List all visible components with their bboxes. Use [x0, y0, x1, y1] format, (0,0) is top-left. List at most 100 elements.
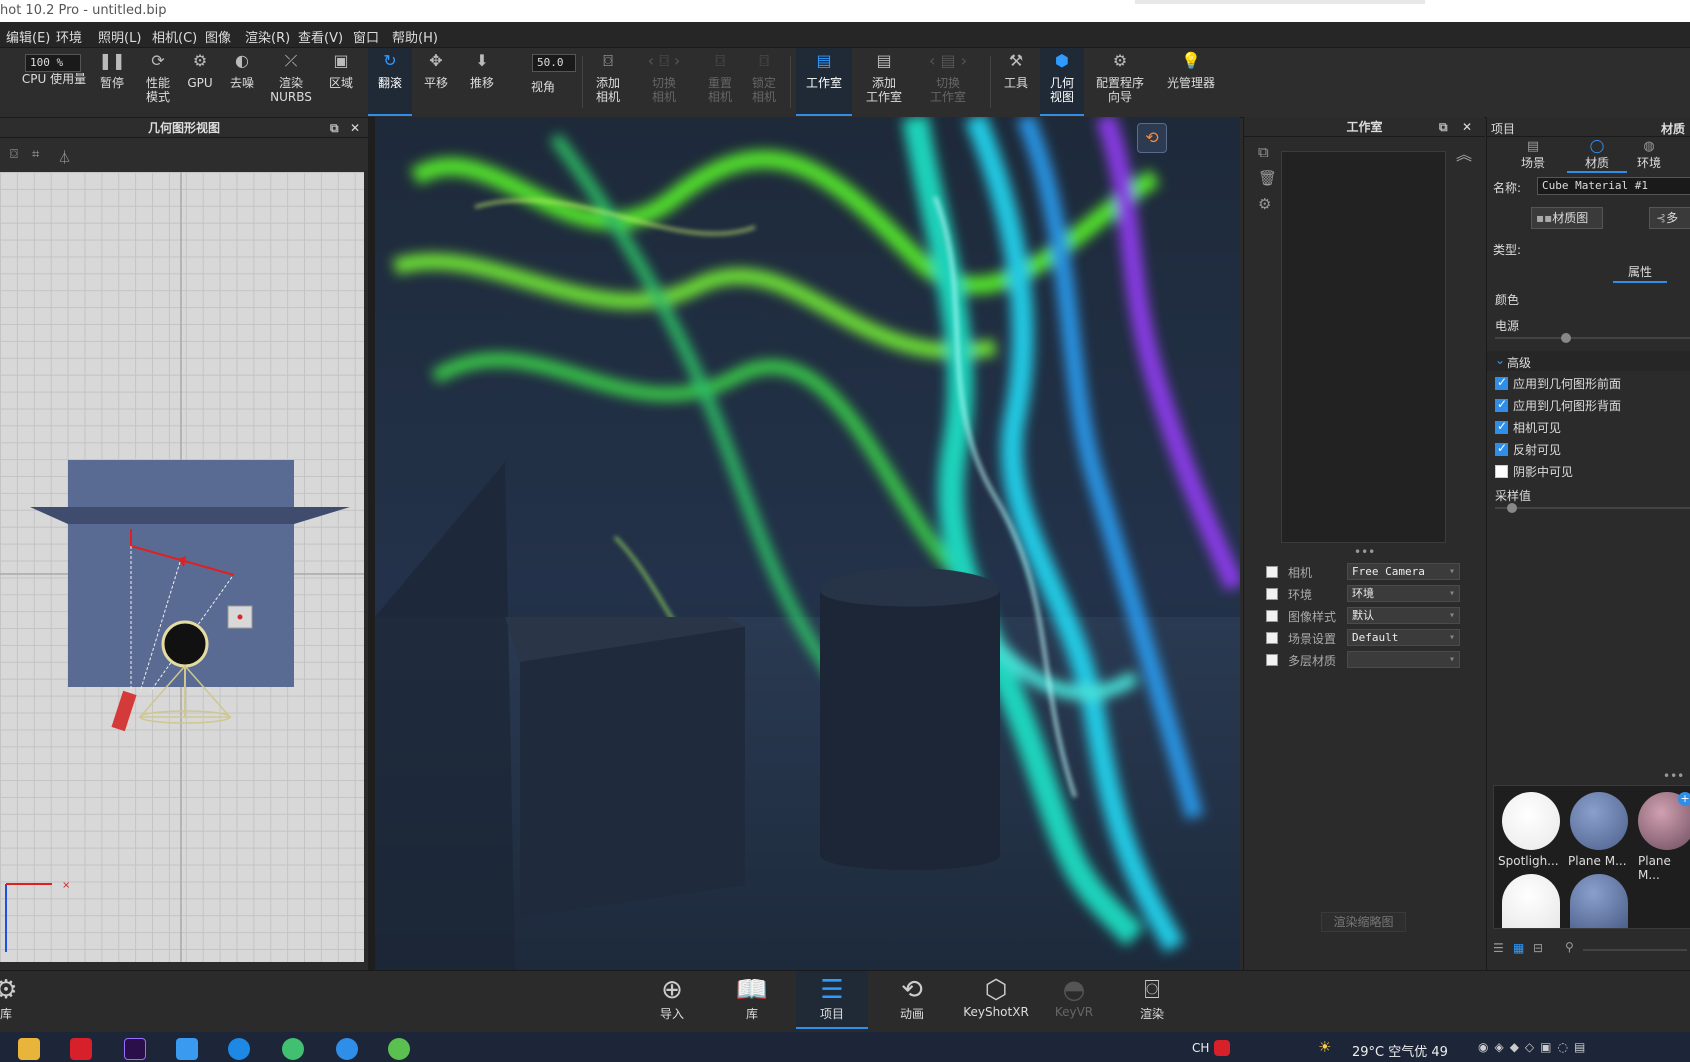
check-camera-visible[interactable]: 相机可见 — [1495, 419, 1561, 436]
material-name-input[interactable]: Cube Material #1 — [1537, 177, 1690, 195]
pan-button[interactable]: ✥ 平移 — [414, 48, 458, 116]
menu-render[interactable]: 渲染(R) — [245, 27, 290, 46]
weather-text[interactable]: 29°C 空气优 49 — [1352, 1041, 1448, 1060]
float-panel-icon[interactable]: ⧉ — [330, 118, 339, 138]
weather-icon[interactable]: ☀ — [1318, 1038, 1331, 1056]
menu-environment[interactable]: 环境 — [56, 27, 82, 46]
input-language[interactable]: CH — [1192, 1041, 1209, 1055]
panel-divider[interactable] — [368, 118, 375, 970]
gear-icon[interactable]: ⚙ — [1258, 195, 1271, 213]
material-thumb-white[interactable] — [1502, 874, 1560, 928]
menu-edit[interactable]: 编辑(E) — [6, 27, 50, 46]
grid-view-icon[interactable]: ▦ — [1513, 941, 1524, 955]
check-back-face[interactable]: 应用到几何图形背面 — [1495, 397, 1621, 414]
keyshot-taskbar-icon[interactable] — [336, 1038, 358, 1060]
keyshotxr-button[interactable]: ⬡ KeyShotXR — [956, 971, 1036, 1029]
add-studio-button[interactable]: ▤ 添加 工作室 — [856, 48, 912, 116]
advanced-section[interactable]: ⌄ 高级 — [1487, 351, 1690, 371]
camera-checkbox[interactable] — [1266, 566, 1278, 578]
sogou-tray-icon[interactable] — [1214, 1040, 1230, 1056]
multilayer-checkbox[interactable] — [1266, 654, 1278, 666]
multi-material-button[interactable]: ⊰多 — [1649, 207, 1690, 229]
render-thumbnail-button[interactable]: 渲染缩略图 — [1321, 912, 1406, 932]
camera-view-icon[interactable]: ⌼ — [10, 147, 18, 162]
configurator-wizard-button[interactable]: ⚙ 配置程序 向导 — [1088, 48, 1152, 116]
material-graph-button[interactable]: ▪▪材质图 — [1531, 207, 1603, 229]
power-slider-track[interactable] — [1495, 337, 1690, 339]
render-refresh-icon[interactable]: ⟲ — [1137, 123, 1167, 153]
pause-button[interactable]: ❚❚ 暂停 — [94, 48, 130, 116]
tumble-button[interactable]: ↻ 翻滚 — [368, 48, 412, 116]
material-thumb-spotlight[interactable] — [1502, 792, 1560, 850]
power-slider-handle[interactable] — [1561, 333, 1571, 343]
keyvr-button[interactable]: ◓ KeyVR — [1038, 971, 1110, 1029]
tray-icons[interactable]: ◉◈◆◇▣◌▤ — [1478, 1040, 1591, 1054]
youdao-icon[interactable] — [70, 1038, 92, 1060]
material-thumb-blue[interactable] — [1570, 874, 1628, 928]
front-face-checkbox[interactable] — [1495, 375, 1508, 390]
fov-input[interactable]: 50.0 — [532, 54, 576, 72]
switch-studio-button[interactable]: ‹ ▤ › 切换 工作室 — [918, 48, 978, 116]
denoise-button[interactable]: ◐ 去噪 — [222, 48, 262, 116]
gpu-button[interactable]: ⚙ GPU — [182, 48, 218, 116]
tab-material[interactable]: ◯ 材质 — [1567, 139, 1627, 173]
list-view-icon[interactable]: ☰ — [1493, 941, 1504, 955]
dolly-button[interactable]: ⬇ 推移 — [460, 48, 504, 116]
studio-button[interactable]: ▤ 工作室 — [796, 48, 852, 116]
bird-app-icon[interactable] — [176, 1038, 198, 1060]
search-icon[interactable]: ⚲ — [1565, 940, 1574, 954]
tools-button[interactable]: ⚒ 工具 — [996, 48, 1036, 116]
thumb-size-slider[interactable] — [1583, 949, 1687, 951]
environment-checkbox[interactable] — [1266, 588, 1278, 600]
library-left-button[interactable]: ⚙ 库 — [0, 971, 36, 1029]
float-panel-icon[interactable]: ⧉ — [1439, 117, 1448, 137]
tree-view-icon[interactable]: ⊟ — [1533, 941, 1543, 955]
project-button[interactable]: ☰ 项目 — [796, 971, 868, 1029]
image-style-select[interactable]: 默认 — [1347, 607, 1460, 624]
menu-window[interactable]: 窗口 — [353, 27, 379, 46]
back-face-checkbox[interactable] — [1495, 397, 1508, 412]
shadow-visible-checkbox[interactable] — [1495, 465, 1508, 478]
grid-view-icon[interactable]: ⌗ — [32, 147, 39, 162]
axis-view-icon[interactable]: ⏃ — [58, 147, 71, 166]
region-button[interactable]: ▣ 区域 — [322, 48, 360, 116]
import-button[interactable]: ⊕ 导入 — [636, 971, 708, 1029]
check-front-face[interactable]: 应用到几何图形前面 — [1495, 375, 1621, 392]
scene-setting-select[interactable]: Default — [1347, 629, 1460, 646]
reset-camera-button[interactable]: ⌼ 重置 相机 — [698, 48, 742, 116]
menu-help[interactable]: 帮助(H) — [392, 27, 438, 46]
more-dots-icon[interactable]: ••• — [1663, 769, 1684, 783]
samples-slider-handle[interactable] — [1507, 503, 1517, 513]
light-manager-button[interactable]: 💡 光管理器 — [1158, 48, 1224, 116]
lock-camera-button[interactable]: ⌼ 锁定 相机 — [742, 48, 786, 116]
close-icon[interactable]: ✕ — [1462, 117, 1472, 137]
more-dots-icon[interactable]: ••• — [1354, 545, 1375, 559]
reflection-visible-checkbox[interactable] — [1495, 441, 1508, 456]
image-style-checkbox[interactable] — [1266, 610, 1278, 622]
add-camera-button[interactable]: ⌼ 添加 相机 — [586, 48, 630, 116]
studio-list[interactable] — [1281, 151, 1446, 543]
add-studio-icon[interactable]: ⧉ — [1258, 143, 1269, 161]
scene-setting-checkbox[interactable] — [1266, 632, 1278, 644]
multilayer-select[interactable] — [1347, 651, 1460, 668]
properties-tab[interactable]: 属性 — [1613, 263, 1667, 283]
environment-select[interactable]: 环境 — [1347, 585, 1460, 602]
camera-visible-checkbox[interactable] — [1495, 419, 1508, 434]
render-button[interactable]: ⌼ 渲染 — [1116, 971, 1188, 1029]
sogou-icon[interactable] — [228, 1038, 250, 1060]
check-reflection-visible[interactable]: 反射可见 — [1495, 441, 1561, 458]
render-nurbs-button[interactable]: ⤫ 渲染 NURBS — [266, 48, 316, 116]
geometry-viewport[interactable]: × — [0, 172, 368, 962]
tab-environment[interactable]: ◍ 环境 — [1631, 139, 1667, 171]
samples-slider-track[interactable] — [1495, 507, 1690, 509]
check-shadow-visible[interactable]: 阴影中可见 — [1495, 463, 1573, 480]
premiere-icon[interactable] — [124, 1038, 146, 1060]
trash-icon[interactable]: 🗑 — [1258, 169, 1277, 187]
menu-image[interactable]: 图像 — [205, 27, 231, 46]
zoom-input[interactable]: 100 % — [25, 54, 81, 72]
geometry-view-button[interactable]: ⬢ 几何 视图 — [1040, 48, 1084, 116]
tab-scene[interactable]: ▤ 场景 — [1515, 139, 1551, 171]
render-viewport[interactable]: ⟲ — [375, 117, 1240, 970]
library-button[interactable]: 📖 库 — [716, 971, 788, 1029]
switch-camera-button[interactable]: ‹ ⌼ › 切换 相机 — [636, 48, 692, 116]
